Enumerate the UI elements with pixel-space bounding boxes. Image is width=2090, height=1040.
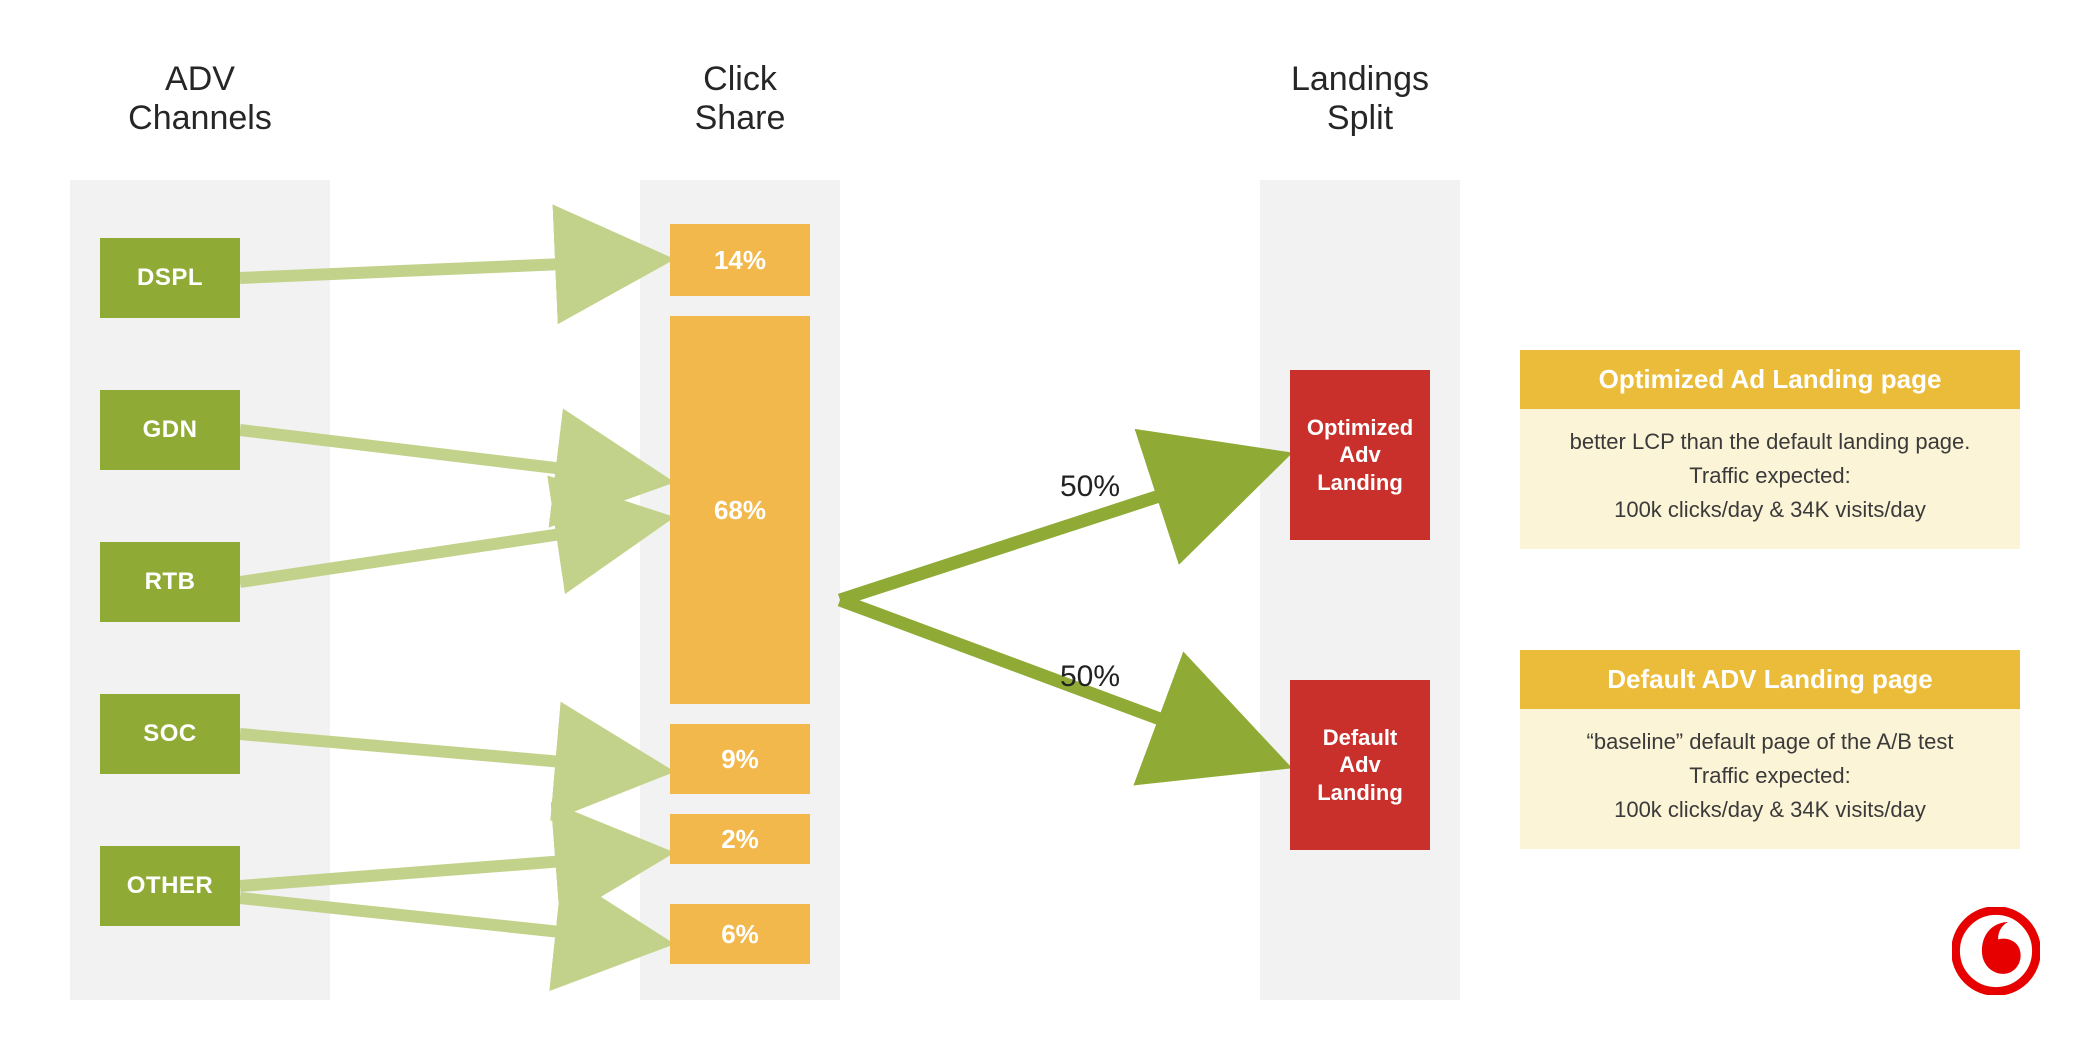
split-top-label: 50% <box>1060 470 1120 504</box>
channel-soc: SOC <box>100 694 240 774</box>
channel-gdn: GDN <box>100 390 240 470</box>
click-share-9-label: 9% <box>721 744 759 775</box>
card-default: Default ADV Landing page “baseline” defa… <box>1520 650 2020 849</box>
click-share-9: 9% <box>670 724 810 794</box>
click-share-68-label: 68% <box>714 495 766 526</box>
landing-default-l1: Default <box>1323 725 1398 750</box>
split-bot-label: 50% <box>1060 660 1120 694</box>
click-share-2: 2% <box>670 814 810 864</box>
landing-default-l2: Adv <box>1339 752 1381 777</box>
channel-other-label: OTHER <box>127 872 214 900</box>
card-optimized-body-l2: Traffic expected: <box>1689 463 1850 488</box>
click-share-2-label: 2% <box>721 824 759 855</box>
column-title-click-l1: Click <box>703 60 777 98</box>
channel-dspl: DSPL <box>100 238 240 318</box>
card-default-body-l1: “baseline” default page of the A/B test <box>1587 729 1954 754</box>
vodafone-logo-icon <box>1952 907 2040 1000</box>
channel-gdn-label: GDN <box>143 416 198 444</box>
diagram-stage: ADV Channels Click Share Landings Split … <box>0 0 2090 1040</box>
card-default-title: Default ADV Landing page <box>1520 650 2020 709</box>
landing-optimized-l2: Adv <box>1339 442 1381 467</box>
landing-default-l3: Landing <box>1317 780 1403 805</box>
click-share-6: 6% <box>670 904 810 964</box>
click-share-14-label: 14% <box>714 245 766 276</box>
landing-default: Default Adv Landing <box>1290 680 1430 850</box>
click-share-68: 68% <box>670 316 810 704</box>
column-title-adv-l2: Channels <box>128 99 272 137</box>
column-title-adv-l1: ADV <box>165 60 235 98</box>
column-title-land-l2: Split <box>1327 99 1393 137</box>
channel-other: OTHER <box>100 846 240 926</box>
column-title-click-l2: Share <box>695 99 786 137</box>
column-bg-land <box>1260 180 1460 1000</box>
card-default-body: “baseline” default page of the A/B test … <box>1520 709 2020 849</box>
landing-optimized: Optimized Adv Landing <box>1290 370 1430 540</box>
channel-rtb-label: RTB <box>145 568 196 596</box>
card-optimized-body-l3: 100k clicks/day & 34K visits/day <box>1614 497 1926 522</box>
card-default-body-l3: 100k clicks/day & 34K visits/day <box>1614 797 1926 822</box>
column-title-land-l1: Landings <box>1291 60 1429 98</box>
card-optimized-title: Optimized Ad Landing page <box>1520 350 2020 409</box>
column-title-adv: ADV Channels <box>70 60 330 138</box>
column-title-click: Click Share <box>610 60 870 138</box>
landing-optimized-l3: Landing <box>1317 470 1403 495</box>
card-optimized: Optimized Ad Landing page better LCP tha… <box>1520 350 2020 549</box>
channel-dspl-label: DSPL <box>137 264 203 292</box>
landing-optimized-l1: Optimized <box>1307 415 1413 440</box>
column-title-land: Landings Split <box>1230 60 1490 138</box>
click-share-14: 14% <box>670 224 810 296</box>
click-share-6-label: 6% <box>721 919 759 950</box>
channel-soc-label: SOC <box>143 720 197 748</box>
card-optimized-body: better LCP than the default landing page… <box>1520 409 2020 549</box>
channel-rtb: RTB <box>100 542 240 622</box>
card-default-body-l2: Traffic expected: <box>1689 763 1850 788</box>
card-optimized-body-l1: better LCP than the default landing page… <box>1570 429 1971 454</box>
